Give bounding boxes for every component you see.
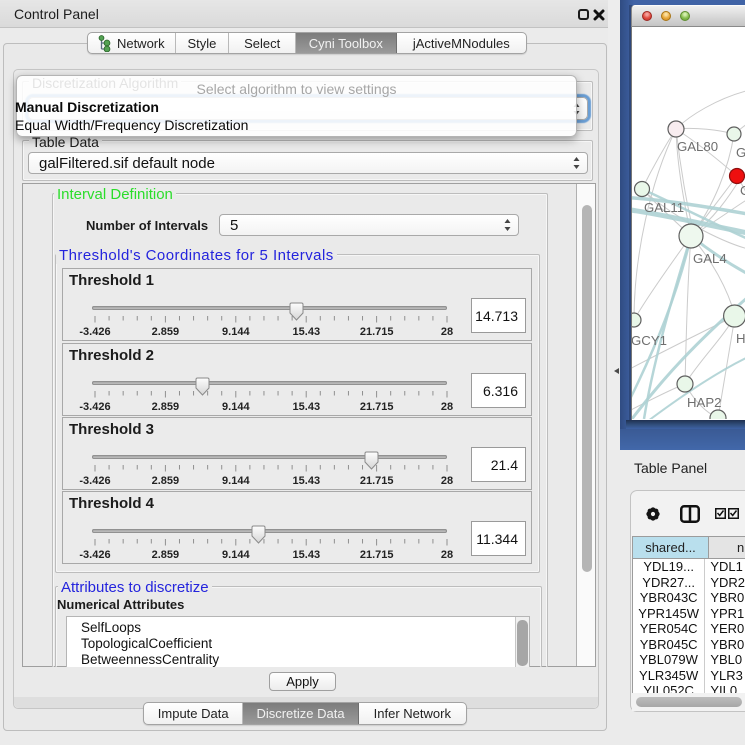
- svg-text:GAL11: GAL11: [644, 200, 684, 215]
- svg-text:C: C: [740, 183, 745, 198]
- svg-text:H: H: [736, 331, 745, 346]
- svg-text:HAP2: HAP2: [687, 395, 721, 410]
- svg-text:GCY1: GCY1: [632, 333, 667, 348]
- svg-text:GAL4: GAL4: [693, 251, 727, 266]
- svg-text:GAL80: GAL80: [677, 139, 718, 154]
- svg-text:G: G: [736, 145, 745, 160]
